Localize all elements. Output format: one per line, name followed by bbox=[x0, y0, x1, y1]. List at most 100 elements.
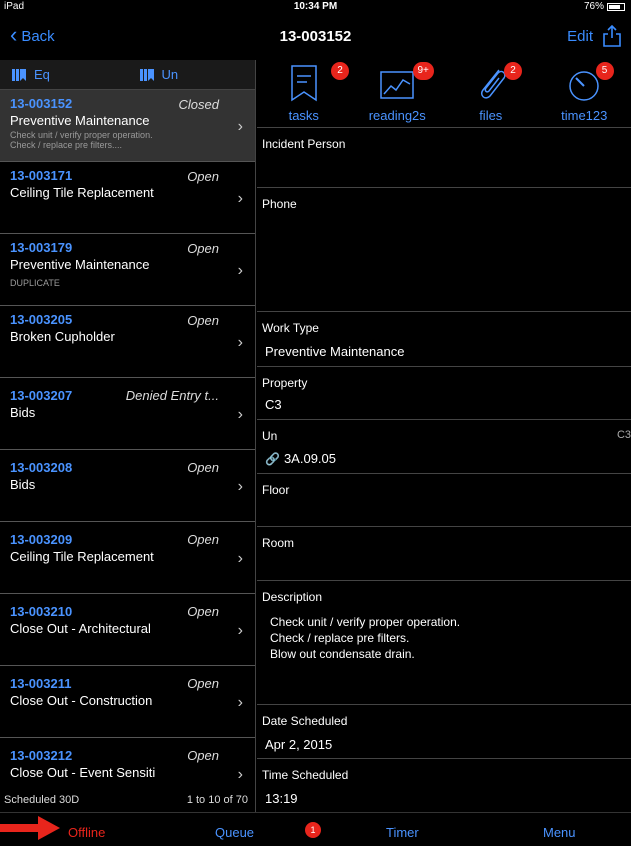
work-order-title: Ceiling Tile Replacement bbox=[10, 549, 154, 564]
work-order-title: Preventive Maintenance bbox=[10, 113, 150, 128]
chevron-right-icon: › bbox=[237, 694, 243, 711]
menu-button[interactable]: Menu bbox=[543, 825, 576, 840]
tab-time-label: time123 bbox=[561, 108, 608, 123]
timer-button[interactable]: Timer bbox=[386, 825, 419, 840]
segment-un[interactable]: Un bbox=[128, 60, 256, 89]
bottom-tab-bar: Offline Queue 1 Timer Menu bbox=[0, 812, 631, 846]
list-item[interactable]: 13-003207 Denied Entry t... Bids › bbox=[0, 378, 255, 450]
tab-time[interactable]: 5 time123 bbox=[538, 60, 631, 127]
incident-person-field[interactable]: Incident Person bbox=[257, 128, 631, 188]
unit-link[interactable]: 🔗 3A.09.05 bbox=[265, 451, 336, 466]
queue-button[interactable]: Queue bbox=[215, 825, 254, 840]
unit-value: 3A.09.05 bbox=[283, 451, 336, 466]
files-badge: 2 bbox=[504, 62, 522, 80]
nav-bar: ‹ Back 13-003152 Edit bbox=[0, 14, 631, 60]
work-order-title: Close Out - Construction bbox=[10, 693, 153, 708]
date-scheduled-field[interactable]: Date Scheduled Apr 2, 2015 bbox=[257, 705, 631, 759]
chevron-right-icon: › bbox=[237, 190, 243, 207]
work-type-field[interactable]: Work Type Preventive Maintenance bbox=[257, 312, 631, 367]
queue-badge: 1 bbox=[305, 822, 321, 838]
phone-field[interactable]: Phone bbox=[257, 188, 631, 312]
segment-eq[interactable]: Eq bbox=[0, 60, 128, 89]
work-order-status: Open bbox=[187, 241, 219, 256]
list-item[interactable]: 13-003209 Open Ceiling Tile Replacement … bbox=[0, 522, 255, 594]
description-value: Check unit / verify proper operation. Ch… bbox=[270, 615, 461, 661]
property-field[interactable]: Property C3 bbox=[257, 367, 631, 420]
work-order-title: Broken Cupholder bbox=[10, 329, 115, 344]
work-type-label: Work Type bbox=[262, 321, 319, 335]
description-field[interactable]: Description Check unit / verify proper o… bbox=[257, 581, 631, 705]
work-order-status: Closed bbox=[178, 97, 219, 112]
status-bar: iPad 10:34 PM 76% bbox=[0, 0, 631, 14]
work-order-status: Open bbox=[187, 460, 219, 475]
chevron-right-icon: › bbox=[237, 262, 243, 279]
tab-tasks-label: tasks bbox=[288, 108, 319, 123]
bookmark-icon bbox=[291, 65, 317, 102]
time-badge: 5 bbox=[595, 62, 614, 80]
property-value: C3 bbox=[265, 397, 282, 412]
description-label: Description bbox=[262, 590, 323, 604]
readings-badge: 9+ bbox=[412, 62, 434, 80]
unit-label: Un bbox=[262, 429, 278, 443]
property-label: Property bbox=[262, 376, 308, 390]
work-order-subtitle: Check unit / verify proper operation. Ch… bbox=[10, 130, 153, 150]
chevron-right-icon: › bbox=[237, 334, 243, 351]
work-order-status: Open bbox=[187, 169, 219, 184]
clock: 10:34 PM bbox=[293, 1, 338, 12]
time-scheduled-field[interactable]: Time Scheduled 13:19 bbox=[257, 759, 631, 809]
battery-indicator: 76% bbox=[584, 1, 625, 12]
room-field[interactable]: Room bbox=[257, 527, 631, 581]
list-filter[interactable]: Scheduled 30D bbox=[4, 794, 79, 806]
unit-extra: C3 bbox=[616, 429, 631, 441]
list-item[interactable]: 13-003171 Open Ceiling Tile Replacement … bbox=[0, 162, 255, 234]
work-order-title: Bids bbox=[10, 477, 36, 492]
list-item[interactable]: 13-003211 Open Close Out - Construction … bbox=[0, 666, 255, 738]
tab-tasks[interactable]: 2 tasks bbox=[257, 60, 351, 127]
list-item[interactable]: 13-003208 Open Bids › bbox=[0, 450, 255, 522]
battery-icon bbox=[607, 2, 625, 11]
chevron-right-icon: › bbox=[237, 550, 243, 567]
date-scheduled-label: Date Scheduled bbox=[262, 714, 348, 728]
book-icon bbox=[139, 68, 154, 81]
tasks-badge: 2 bbox=[331, 62, 349, 80]
share-icon[interactable] bbox=[601, 24, 623, 48]
tab-files-label: files bbox=[479, 108, 503, 123]
list-range: 1 to 10 of 70 bbox=[186, 794, 248, 806]
edit-button[interactable]: Edit bbox=[567, 28, 593, 45]
work-order-title: Close Out - Event Sensiti bbox=[10, 765, 156, 780]
work-order-title: Close Out - Architectural bbox=[10, 621, 151, 636]
time-scheduled-value: 13:19 bbox=[265, 791, 298, 806]
arrow-right-icon bbox=[0, 816, 60, 840]
page-title: 13-003152 bbox=[279, 28, 352, 45]
work-order-subtitle: DUPLICATE bbox=[10, 278, 60, 288]
battery-percent: 76% bbox=[583, 1, 604, 12]
time-scheduled-label: Time Scheduled bbox=[262, 768, 349, 782]
tab-readings[interactable]: 9+ reading2s bbox=[351, 60, 445, 127]
list-item[interactable]: 13-003179 Open Preventive Maintenance DU… bbox=[0, 234, 255, 306]
floor-label: Floor bbox=[262, 483, 290, 497]
offline-button[interactable]: Offline bbox=[68, 825, 105, 840]
work-order-status: Open bbox=[187, 748, 219, 763]
work-order-status: Open bbox=[187, 313, 219, 328]
chevron-right-icon: › bbox=[237, 478, 243, 495]
tab-readings-label: reading2s bbox=[368, 108, 426, 123]
chevron-right-icon: › bbox=[237, 622, 243, 639]
chevron-right-icon: › bbox=[237, 766, 243, 783]
work-order-status: Denied Entry t... bbox=[125, 388, 219, 403]
work-order-status: Open bbox=[187, 604, 219, 619]
unit-field[interactable]: Un C3 🔗 3A.09.05 bbox=[257, 420, 631, 474]
segment-un-label: Un bbox=[161, 67, 179, 82]
work-order-title: Ceiling Tile Replacement bbox=[10, 185, 154, 200]
list-item[interactable]: 13-003152 Closed Preventive Maintenance … bbox=[0, 90, 255, 162]
work-order-list-pane: Eq Un 13-003152 Closed Preventive Mainte… bbox=[0, 60, 256, 812]
list-item[interactable]: 13-003210 Open Close Out - Architectural… bbox=[0, 594, 255, 666]
detail-pane: 2 tasks 9+ reading2s 2 files 5 time123 I… bbox=[257, 60, 631, 812]
work-order-title: Bids bbox=[10, 405, 36, 420]
work-order-status: Open bbox=[187, 676, 219, 691]
floor-field[interactable]: Floor bbox=[257, 474, 631, 527]
list-footer: Scheduled 30D 1 to 10 of 70 bbox=[0, 790, 255, 812]
list-item[interactable]: 13-003205 Open Broken Cupholder › bbox=[0, 306, 255, 378]
detail-tabs: 2 tasks 9+ reading2s 2 files 5 time123 bbox=[257, 60, 631, 128]
chevron-right-icon: › bbox=[237, 406, 243, 423]
tab-files[interactable]: 2 files bbox=[444, 60, 538, 127]
